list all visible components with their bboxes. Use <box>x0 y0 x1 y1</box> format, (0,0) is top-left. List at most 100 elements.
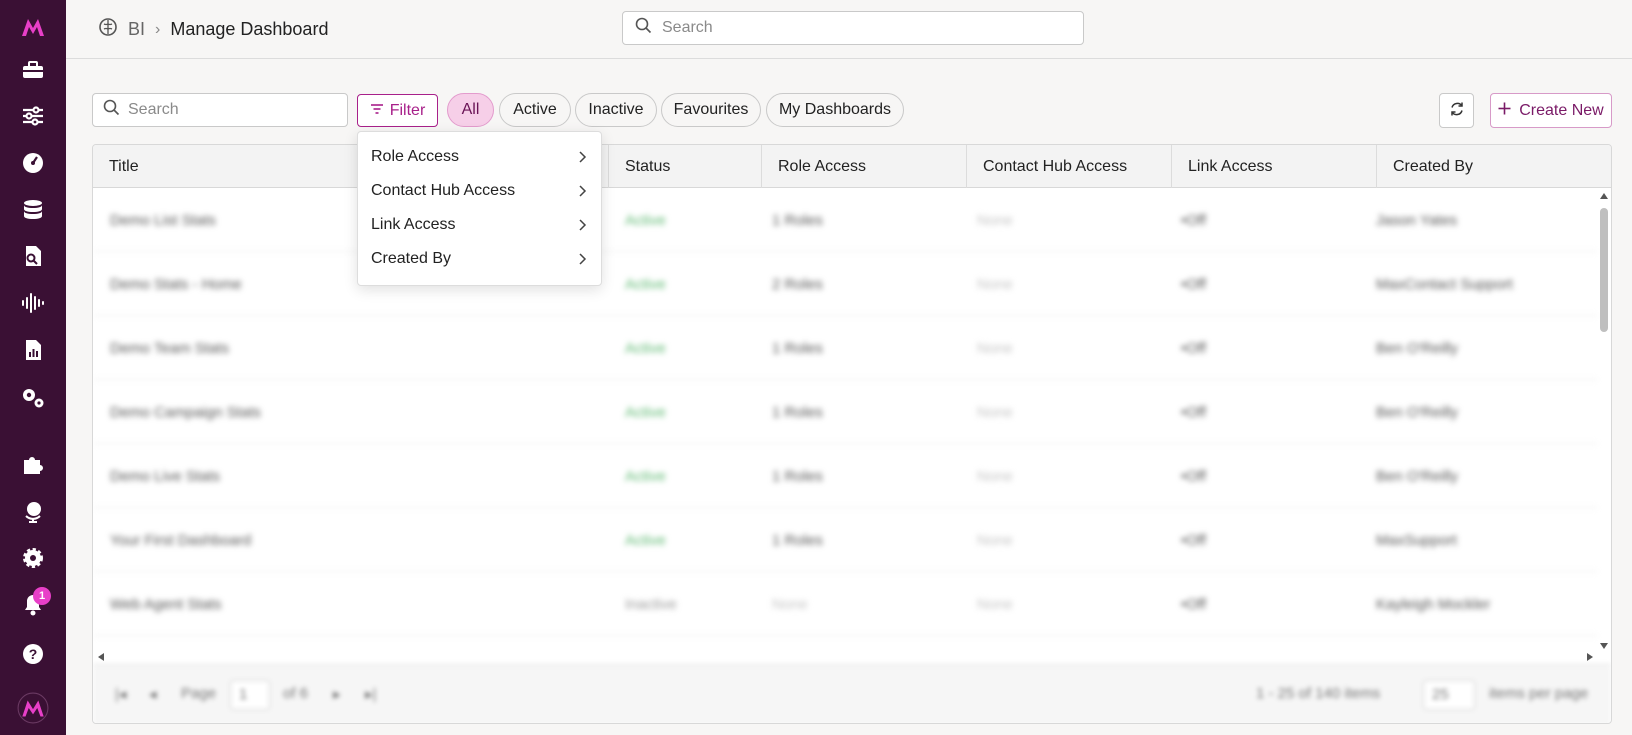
column-header-link-access[interactable]: Link Access <box>1171 145 1376 188</box>
cell-status: Active <box>625 531 666 549</box>
last-page-icon[interactable]: ▸| <box>365 685 376 703</box>
table-row[interactable]: Demo Team Stats Active 1 Roles None • Of… <box>93 316 1598 380</box>
logo-icon[interactable] <box>13 7 53 47</box>
cell-title[interactable]: Demo Stats - Home <box>110 252 242 316</box>
cell-title[interactable]: Demo Campaign Stats <box>110 380 261 444</box>
cell-title[interactable]: Demo List Stats <box>110 188 216 252</box>
top-header: BI › Manage Dashboard <box>66 0 1632 59</box>
table-row[interactable]: Demo Campaign Stats Active 1 Roles None … <box>93 380 1598 444</box>
cell-link-access-value: Off <box>1186 211 1206 229</box>
cell-created-by: Ben O'Reilly <box>1376 467 1459 485</box>
scroll-up-icon[interactable] <box>1599 192 1609 200</box>
cell-link-access: • Off <box>1181 211 1206 229</box>
column-header-status[interactable]: Status <box>608 145 761 188</box>
scroll-left-icon[interactable] <box>97 652 105 662</box>
pager: |◂ ◂ Page 1 of 6 ▸ ▸| 1 - 25 of 140 item… <box>93 664 1611 723</box>
cell-title[interactable]: Demo Team Stats <box>110 316 229 380</box>
table-row[interactable]: Demo Live Stats Active 1 Roles None • Of… <box>93 444 1598 508</box>
cell-role-access: 1 Roles <box>772 211 823 229</box>
breadcrumb: BI › Manage Dashboard <box>98 17 328 42</box>
column-header-created-by[interactable]: Created By <box>1376 145 1611 188</box>
cell-title[interactable]: Your First Dashboard <box>110 508 251 572</box>
cell-contact-hub: None <box>977 339 1013 357</box>
filter-menu-item-label: Contact Hub Access <box>371 182 516 199</box>
filter-icon <box>370 102 384 120</box>
filter-menu-item-contact-hub-access[interactable]: Contact Hub Access <box>358 174 601 208</box>
cell-status: Active <box>625 339 666 357</box>
plus-icon <box>1498 102 1511 120</box>
chevron-right-icon <box>579 253 587 265</box>
database-icon[interactable] <box>13 190 53 230</box>
bell-icon[interactable]: 1 <box>13 585 53 625</box>
column-header-contact-hub-access[interactable]: Contact Hub Access <box>966 145 1171 188</box>
vertical-scroll-thumb[interactable] <box>1600 208 1608 332</box>
breadcrumb-root[interactable]: BI <box>128 19 145 40</box>
toolbox-icon[interactable] <box>13 50 53 90</box>
dashboard-search[interactable] <box>92 93 348 127</box>
globe-icon[interactable] <box>13 491 53 531</box>
cell-title[interactable]: Web Agent Stats <box>110 572 221 636</box>
vertical-scrollbar[interactable] <box>1599 192 1609 650</box>
cell-title[interactable]: Demo Live Stats <box>110 444 220 508</box>
settings-icon[interactable] <box>13 538 53 578</box>
table-row[interactable]: Demo List Stats Active 1 Roles None • Of… <box>93 188 1598 252</box>
create-new-button[interactable]: Create New <box>1490 93 1612 128</box>
cell-role-access: 1 Roles <box>772 467 823 485</box>
search-icon <box>103 99 120 121</box>
svg-text:?: ? <box>29 646 38 662</box>
cell-role-access: 1 Roles <box>772 339 823 357</box>
avatar-logo-icon[interactable] <box>13 688 53 728</box>
cogs-icon[interactable] <box>13 377 53 417</box>
next-page-icon[interactable]: ▸ <box>333 685 341 703</box>
cell-role-access: 2 Roles <box>772 275 823 293</box>
page-label: Page <box>181 685 217 702</box>
horizontal-scrollbar[interactable] <box>93 650 1598 664</box>
global-search-input[interactable] <box>662 19 1062 37</box>
cell-status: Active <box>625 403 666 421</box>
chip-inactive[interactable]: Inactive <box>575 93 657 127</box>
page-number-input[interactable]: 1 <box>230 680 270 710</box>
cell-created-by: Kayleigh Mockler <box>1376 595 1491 613</box>
chip-all[interactable]: All <box>447 93 494 127</box>
dashboard-search-input[interactable] <box>128 101 338 119</box>
filter-menu-item-role-access[interactable]: Role Access <box>358 140 601 174</box>
cell-contact-hub: None <box>977 403 1013 421</box>
table-row[interactable]: Demo Stats - Home Active 2 Roles None • … <box>93 252 1598 316</box>
cell-contact-hub: None <box>977 467 1013 485</box>
filter-menu-item-label: Created By <box>371 250 452 267</box>
filter-menu-item-created-by[interactable]: Created By <box>358 242 601 276</box>
filter-button[interactable]: Filter <box>357 94 438 127</box>
audio-wave-icon[interactable] <box>13 283 53 323</box>
table-row[interactable]: Your First Dashboard Active 1 Roles None… <box>93 508 1598 572</box>
notification-badge: 1 <box>33 587 51 605</box>
cell-link-access-value: Off <box>1186 403 1206 421</box>
page-size-select[interactable]: 25 <box>1423 680 1475 710</box>
cell-status: Active <box>625 275 666 293</box>
chip-favourites[interactable]: Favourites <box>661 93 761 127</box>
cell-created-by: MaxSupport <box>1376 531 1457 549</box>
report-chart-icon[interactable] <box>13 330 53 370</box>
cell-contact-hub: None <box>977 595 1013 613</box>
cell-contact-hub: None <box>977 531 1013 549</box>
table-row[interactable]: Web Agent Stats Inactive None None • Off… <box>93 572 1598 636</box>
prev-page-icon[interactable]: ◂ <box>149 685 157 703</box>
cell-link-access: • Off <box>1181 339 1206 357</box>
first-page-icon[interactable]: |◂ <box>115 685 126 703</box>
filter-menu: Role Access Contact Hub Access Link Acce… <box>357 131 602 286</box>
search-icon <box>635 17 652 39</box>
file-search-icon[interactable] <box>13 236 53 276</box>
help-icon[interactable]: ? <box>13 634 53 674</box>
grid-header: Title Status Role Access Contact Hub Acc… <box>93 145 1611 188</box>
dashboard-gauge-icon[interactable] <box>13 143 53 183</box>
page-of-label: of 6 <box>283 685 309 702</box>
puzzle-icon[interactable] <box>13 444 53 484</box>
refresh-button[interactable] <box>1439 93 1474 128</box>
column-header-role-access[interactable]: Role Access <box>761 145 966 188</box>
filter-menu-item-link-access[interactable]: Link Access <box>358 208 601 242</box>
chip-my-dashboards[interactable]: My Dashboards <box>766 93 904 127</box>
chip-active[interactable]: Active <box>499 93 571 127</box>
global-search[interactable] <box>622 11 1084 45</box>
sliders-icon[interactable] <box>13 96 53 136</box>
scroll-down-icon[interactable] <box>1599 642 1609 650</box>
scroll-right-icon[interactable] <box>1586 652 1594 662</box>
